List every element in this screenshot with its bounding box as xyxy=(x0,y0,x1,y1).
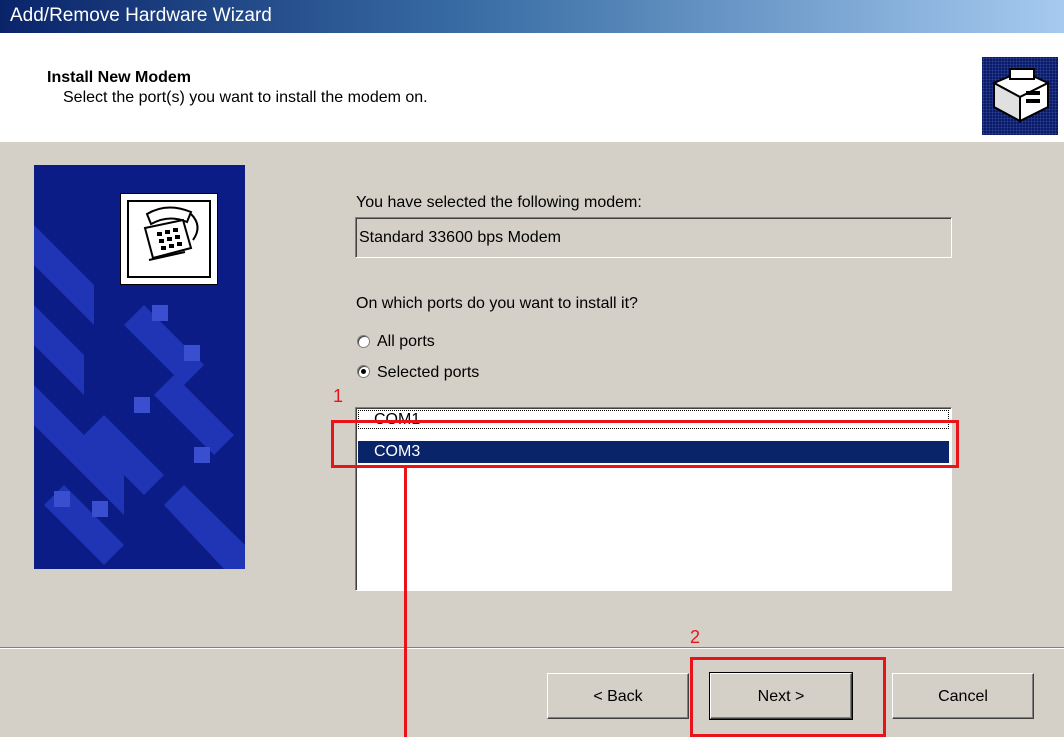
page-title: Install New Modem xyxy=(47,69,192,86)
hardware-install-icon xyxy=(982,57,1058,135)
radio-all-ports-label[interactable]: All ports xyxy=(377,333,435,351)
telephone-icon xyxy=(120,193,218,285)
modem-value: Standard 33600 bps Modem xyxy=(359,229,561,246)
annotation-box-2 xyxy=(690,657,886,737)
wizard-header: Install New Modem Select the port(s) you… xyxy=(0,33,1064,142)
cancel-button[interactable]: Cancel xyxy=(892,673,1034,719)
annotation-number-2: 2 xyxy=(690,627,701,647)
radio-selected-dot xyxy=(361,369,366,374)
radio-selected-ports-label[interactable]: Selected ports xyxy=(377,364,479,382)
annotation-line-1 xyxy=(404,467,407,737)
ports-question: On which ports do you want to install it… xyxy=(356,295,638,312)
header-divider xyxy=(0,141,1064,142)
page-subtitle: Select the port(s) you want to install t… xyxy=(63,89,428,106)
title-bar: Add/Remove Hardware Wizard xyxy=(0,0,1064,33)
modem-label: You have selected the following modem: xyxy=(356,194,642,211)
radio-selected-ports[interactable] xyxy=(357,365,370,378)
annotation-number-1: 1 xyxy=(333,386,344,406)
annotation-box-1 xyxy=(331,420,959,468)
window-title: Add/Remove Hardware Wizard xyxy=(10,5,272,26)
back-button[interactable]: < Back xyxy=(547,673,689,719)
radio-all-ports[interactable] xyxy=(357,335,370,348)
footer-divider-highlight xyxy=(0,648,1064,649)
modem-field: Standard 33600 bps Modem xyxy=(355,217,952,258)
